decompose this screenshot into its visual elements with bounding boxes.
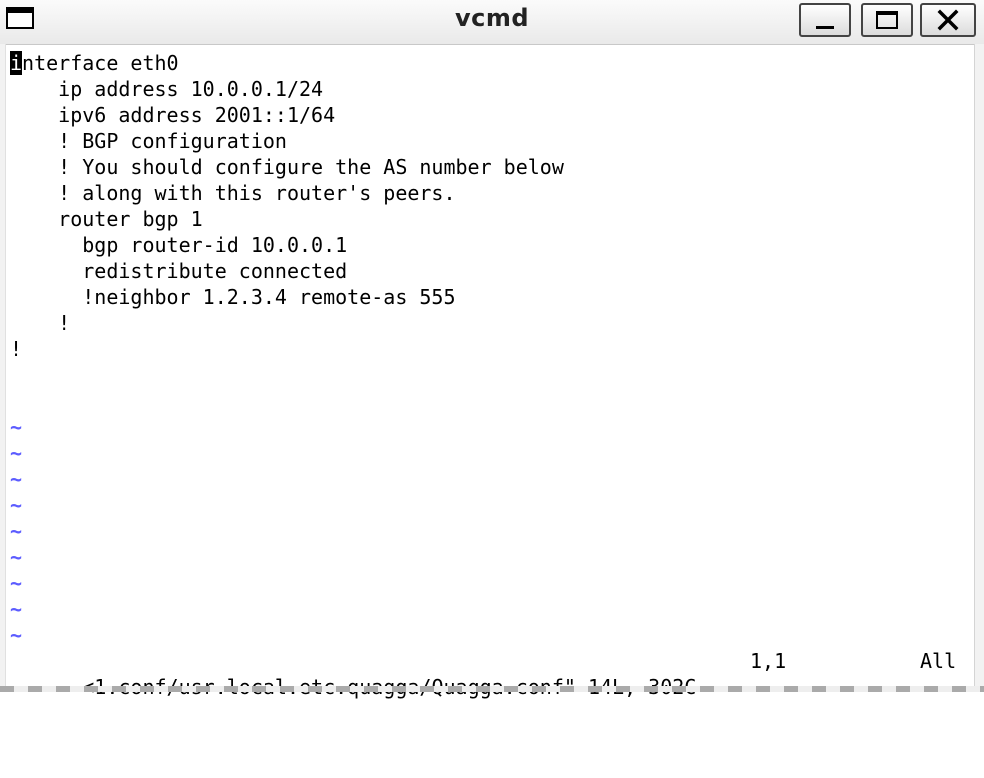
minimize-icon <box>816 25 834 29</box>
editor-buffer[interactable]: interface eth0 ip address 10.0.0.1/24 ip… <box>10 50 564 648</box>
empty-line-tilde: ~ <box>10 545 23 569</box>
empty-line-tilde: ~ <box>10 467 23 491</box>
maximize-icon <box>876 11 898 29</box>
empty-line-tilde: ~ <box>10 415 23 439</box>
status-scroll-indicator: All <box>920 649 957 673</box>
empty-line-tilde: ~ <box>10 519 23 543</box>
title-bar[interactable]: vcmd <box>0 0 984 45</box>
editor-line-text: nterface eth0 <box>22 51 179 75</box>
close-icon <box>937 9 959 31</box>
editor-line: ! You should configure the AS number bel… <box>10 155 564 179</box>
minimize-button[interactable] <box>799 3 851 37</box>
empty-line-tilde: ~ <box>10 623 23 647</box>
editor-line: ip address 10.0.0.1/24 <box>10 77 324 101</box>
text-cursor: i <box>10 51 23 75</box>
close-button[interactable] <box>920 3 976 37</box>
status-cursor-position: 1,1 <box>750 649 787 673</box>
empty-line-tilde: ~ <box>10 441 23 465</box>
editor-line: bgp router-id 10.0.0.1 <box>10 233 348 257</box>
maximize-button[interactable] <box>861 3 913 37</box>
editor-line: router bgp 1 <box>10 207 203 231</box>
editor-line: !neighbor 1.2.3.4 remote-as 555 <box>10 285 456 309</box>
window-right-border <box>974 44 984 692</box>
vim-status-line: <1.conf/usr.local.etc.quagga/Quagga.conf… <box>10 648 966 699</box>
empty-line-tilde: ~ <box>10 571 23 595</box>
editor-line: ! BGP configuration <box>10 129 287 153</box>
terminal-area[interactable]: interface eth0 ip address 10.0.0.1/24 ip… <box>6 48 972 699</box>
editor-line: ! <box>10 311 71 335</box>
editor-line: ! along with this router's peers. <box>10 181 456 205</box>
window-bottom-border <box>0 686 984 692</box>
editor-line: interface eth0 <box>10 50 564 76</box>
editor-line: redistribute connected <box>10 259 348 283</box>
empty-line-tilde: ~ <box>10 493 23 517</box>
empty-line-tilde: ~ <box>10 597 23 621</box>
vcmd-window: vcmd interface eth0 ip address 10.0.0.1/… <box>0 0 984 699</box>
editor-line: ipv6 address 2001::1/64 <box>10 103 336 127</box>
editor-line: ! <box>10 337 23 361</box>
